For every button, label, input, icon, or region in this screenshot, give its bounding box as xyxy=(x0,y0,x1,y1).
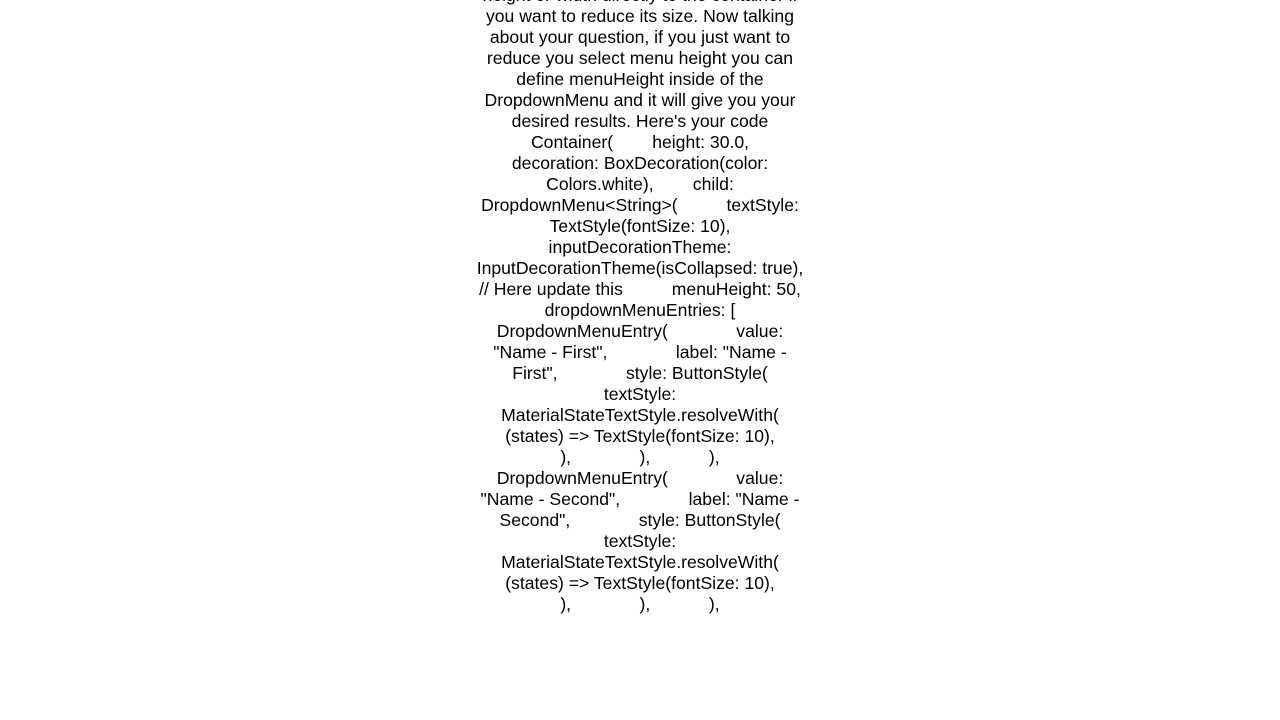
page-viewport: height or width directly to the containe… xyxy=(0,0,1280,720)
answer-body-text: height or width directly to the containe… xyxy=(476,0,804,614)
